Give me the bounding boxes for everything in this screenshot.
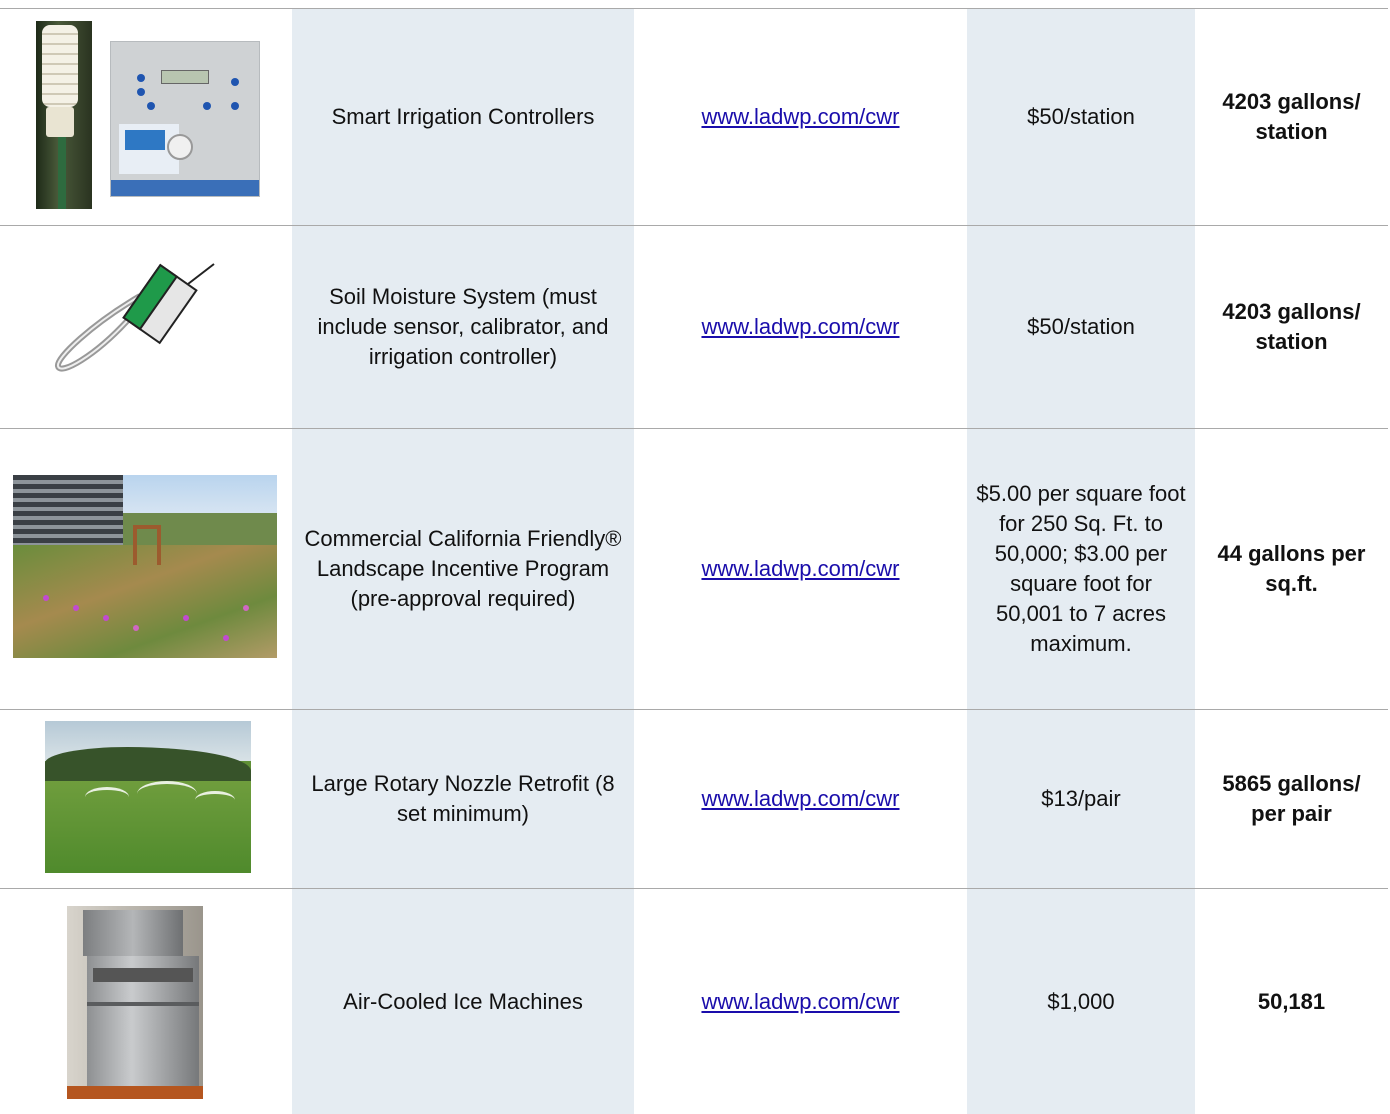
rebate-amount: $50/station	[1027, 314, 1135, 339]
table-row: Large Rotary Nozzle Retrofit (8 set mini…	[0, 710, 1388, 888]
program-name: Large Rotary Nozzle Retrofit (8 set mini…	[311, 771, 615, 826]
table-row: Air-Cooled Ice Machines www.ladwp.com/cw…	[0, 889, 1388, 1114]
program-link[interactable]: www.ladwp.com/cwr	[701, 102, 899, 132]
garden-image	[13, 475, 277, 658]
soil-sensor-icon	[55, 263, 215, 372]
controller-box-image	[110, 41, 260, 197]
rebate-amount: $1,000	[1047, 988, 1115, 1014]
smart-irrigation-controller-photo	[0, 9, 292, 225]
program-link[interactable]: www.ladwp.com/cwr	[701, 987, 899, 1017]
rebate-amount: $13/pair	[1041, 786, 1121, 811]
water-savings: 44 gallons per sq.ft.	[1217, 541, 1366, 596]
program-link[interactable]: www.ladwp.com/cwr	[701, 784, 899, 814]
program-name: Commercial California Friendly® Landscap…	[304, 526, 622, 611]
rebate-amount: $5.00 per square foot for 250 Sq. Ft. to…	[976, 481, 1186, 656]
program-name: Air-Cooled Ice Machines	[343, 988, 583, 1014]
water-savings: 5865 gallons/ per pair	[1222, 771, 1361, 826]
table-row: Soil Moisture System (must include senso…	[0, 226, 1388, 428]
table-row: Commercial California Friendly® Landscap…	[0, 429, 1388, 709]
ice-machine-photo	[0, 889, 292, 1114]
sprinkler-image	[45, 721, 251, 873]
program-name: Smart Irrigation Controllers	[331, 104, 595, 129]
program-name: Soil Moisture System (must include senso…	[317, 284, 609, 369]
water-savings: 50,181	[1257, 988, 1326, 1014]
rotary-sprinklers-photo	[0, 710, 292, 888]
landscape-garden-photo	[0, 429, 292, 709]
soil-moisture-sensor-illustration	[0, 226, 292, 428]
program-link[interactable]: www.ladwp.com/cwr	[701, 312, 899, 342]
water-savings: 4203 gallons/ station	[1222, 299, 1361, 354]
ice-machine-image	[67, 906, 203, 1099]
program-link[interactable]: www.ladwp.com/cwr	[701, 554, 899, 584]
water-savings: 4203 gallons/ station	[1222, 89, 1361, 144]
weather-sensor-image	[36, 21, 92, 209]
rebate-amount: $50/station	[1027, 104, 1135, 129]
table-row: Smart Irrigation Controllers www.ladwp.c…	[0, 9, 1388, 225]
